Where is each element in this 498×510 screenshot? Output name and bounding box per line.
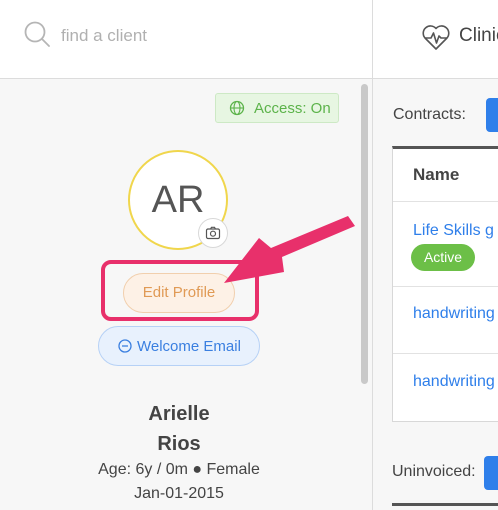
access-badge-label: Access: On	[254, 100, 331, 117]
client-age-gender: Age: 6y / 0m ● Female	[98, 461, 260, 478]
heartbeat-icon	[422, 25, 450, 50]
table-divider	[393, 201, 498, 202]
change-photo-button[interactable]	[198, 218, 228, 248]
top-bar: find a client Clinic	[0, 0, 498, 79]
welcome-email-label: Welcome Email	[137, 338, 241, 355]
edit-profile-button[interactable]: Edit Profile	[123, 273, 235, 313]
table-divider	[393, 353, 498, 354]
welcome-email-button[interactable]: Welcome Email	[98, 326, 260, 366]
globe-icon	[229, 100, 245, 116]
client-dob: Jan-01-2015	[134, 485, 224, 502]
contracts-label: Contracts:	[393, 106, 466, 123]
uninvoiced-action-button[interactable]	[484, 456, 498, 490]
table-divider	[393, 286, 498, 287]
client-first-name: Arielle	[148, 403, 210, 425]
add-contract-button[interactable]	[486, 98, 498, 132]
contract-link[interactable]: handwriting	[413, 373, 495, 391]
access-badge[interactable]: Access: On	[215, 93, 339, 123]
avatar-initials: AR	[151, 179, 205, 221]
minus-circle-icon	[118, 339, 132, 353]
search-icon	[24, 21, 50, 47]
scrollbar[interactable]	[361, 84, 368, 384]
contract-link[interactable]: Life Skills g	[413, 222, 494, 240]
status-badge: Active	[411, 244, 475, 271]
client-last-name: Rios	[157, 433, 201, 455]
pane-divider	[372, 0, 373, 510]
search-input[interactable]: find a client	[61, 26, 147, 46]
column-header-name: Name	[413, 165, 460, 184]
camera-icon	[205, 226, 221, 240]
uninvoiced-label: Uninvoiced:	[392, 463, 476, 480]
uninvoiced-table	[392, 503, 498, 506]
contract-link[interactable]: handwriting	[413, 305, 495, 323]
tab-clinic[interactable]: Clinic	[459, 25, 498, 47]
